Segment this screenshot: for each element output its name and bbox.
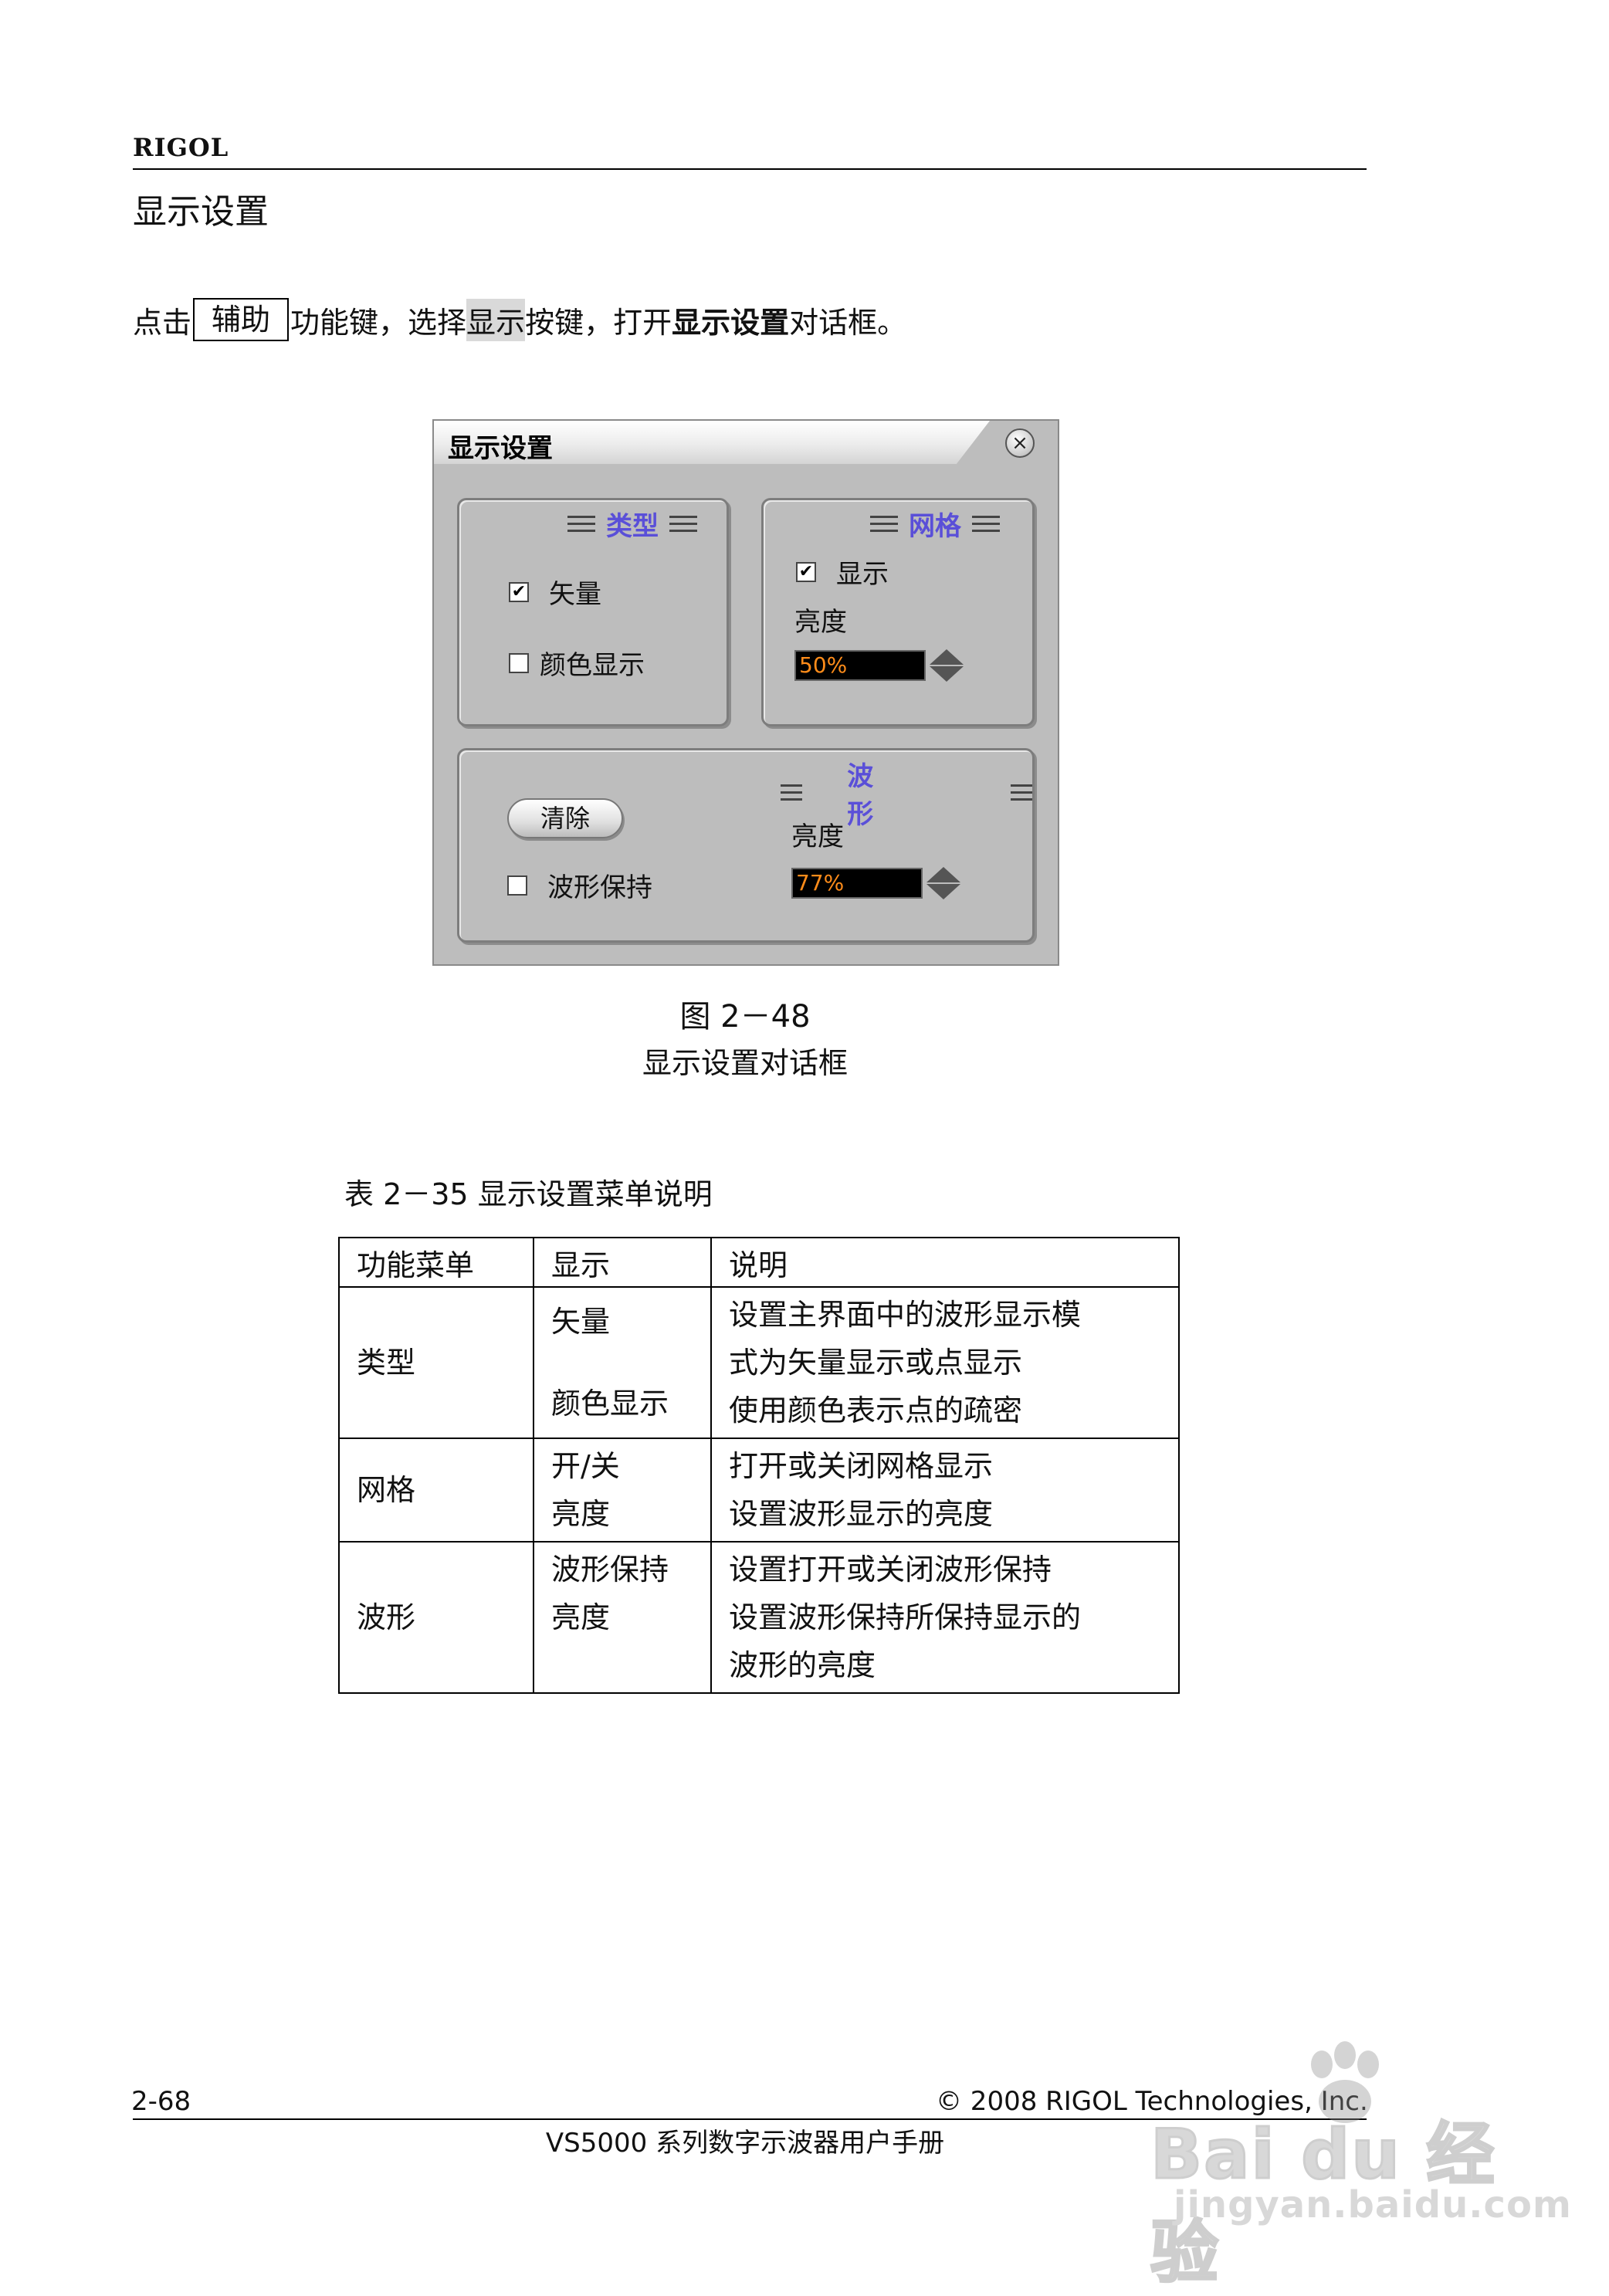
close-icon[interactable]: ×: [1005, 428, 1035, 458]
table-cell-line: 开/关: [551, 1449, 620, 1483]
grip-lines-icon: [669, 515, 697, 533]
clear-button[interactable]: 清除: [507, 798, 623, 838]
header-rule: [133, 168, 1367, 170]
intro-prefix: 点击: [133, 305, 192, 340]
grip-lines-icon: [972, 515, 1000, 533]
table-cell-line: 设置波形保持所保持显示的: [729, 1600, 1082, 1634]
waveform-brightness-control: 77%: [791, 863, 960, 903]
grid-panel-header: 网格: [870, 505, 1000, 543]
grid-show-option[interactable]: ✔ 显示: [796, 553, 889, 591]
table-cell-line: 亮度: [551, 1497, 611, 1531]
waveform-brightness-field[interactable]: 77%: [791, 868, 923, 899]
figure-number: 图 2－48: [679, 999, 811, 1035]
type-panel-title: 类型: [606, 511, 659, 542]
dialog-titlebar: 显示设置 ×: [434, 421, 1058, 466]
intro-dialog-name: 显示设置: [672, 305, 790, 340]
table-cell-menu: 波形: [338, 1541, 534, 1694]
table-cell-line: 矢量: [551, 1305, 611, 1339]
vector-checkbox[interactable]: ✔: [509, 581, 529, 602]
table-cell-line: 设置波形显示的亮度: [729, 1497, 994, 1531]
color-display-label: 颜色显示: [540, 650, 645, 681]
table-title: 表 2－35 显示设置菜单说明: [344, 1177, 713, 1211]
intro-sentence: 点击 辅助 功能键，选择 显示 按键，打开 显示设置 对话框。: [133, 298, 906, 341]
table-cell-line: 亮度: [551, 1600, 611, 1634]
table-cell-line: 使用颜色表示点的疏密: [729, 1394, 1023, 1427]
table-cell-line: [551, 1641, 693, 1675]
type-panel-header: 类型: [567, 505, 697, 543]
softkey-label-display: 显示: [466, 298, 526, 341]
vector-option[interactable]: ✔ 矢量: [509, 573, 601, 611]
table-row: 类型 矢量 颜色显示 设置主界面中的波形显示模 式为矢量显示或点显示 使用颜色表…: [338, 1286, 1180, 1439]
page-number: 2-68: [131, 2086, 191, 2117]
grid-brightness-field[interactable]: 50%: [794, 650, 926, 681]
grip-lines-icon: [781, 784, 803, 801]
grid-show-label: 显示: [836, 559, 889, 590]
table-cell-display: 矢量 颜色显示: [533, 1286, 712, 1439]
grid-panel-title: 网格: [909, 511, 961, 542]
vector-label: 矢量: [549, 579, 601, 610]
watermark-url: jingyan.baidu.com: [1174, 2183, 1572, 2227]
color-display-checkbox[interactable]: [509, 652, 529, 673]
grip-lines-icon: [567, 515, 595, 533]
table-cell-line: 打开或关闭网格显示: [729, 1449, 994, 1483]
table-row: 波形 波形保持 亮度 设置打开或关闭波形保持 设置波形保持所保持显示的 波形的亮…: [338, 1541, 1180, 1694]
key-label-aux: 辅助: [193, 298, 290, 341]
table-cell-desc: 打开或关闭网格显示 设置波形显示的亮度: [710, 1438, 1180, 1543]
table-cell-desc: 设置主界面中的波形显示模 式为矢量显示或点显示 使用颜色表示点的疏密: [710, 1286, 1180, 1439]
baidu-watermark: Bai du 经验 jingyan.baidu.com: [1150, 2038, 1571, 2294]
menu-description-table: 功能菜单 显示 说明 类型 矢量 颜色显示 设置主界面中的波形显示模 式为矢量显…: [338, 1237, 1180, 1694]
grid-brightness-control: 50%: [794, 645, 964, 686]
table-cell-menu: 类型: [338, 1286, 534, 1439]
table-header-cell: 功能菜单: [338, 1237, 534, 1288]
table-cell-line: [551, 1346, 693, 1380]
intro-suffix: 对话框。: [789, 305, 907, 340]
grid-brightness-label: 亮度: [794, 607, 847, 638]
table-cell-display: 波形保持 亮度: [533, 1541, 712, 1694]
dialog-title: 显示设置: [448, 433, 553, 464]
intro-mid: 功能键，选择: [290, 305, 467, 340]
spinner-arrows-icon[interactable]: [930, 645, 964, 686]
waveform-panel-title: 波形: [847, 761, 874, 830]
grip-lines-icon: [870, 515, 898, 533]
table-cell-display: 开/关 亮度: [533, 1438, 712, 1543]
waveform-brightness-label: 亮度: [791, 821, 844, 852]
table-cell-line: 式为矢量显示或点显示: [729, 1346, 1023, 1380]
table-cell-line: 波形的亮度: [729, 1648, 876, 1682]
section-title: 显示设置: [133, 192, 269, 232]
table-cell-menu: 网格: [338, 1438, 534, 1543]
waveform-panel: 波形 清除 波形保持 亮度 77%: [457, 748, 1035, 943]
table-cell-line: 颜色显示: [551, 1387, 669, 1421]
table-header-cell: 显示: [533, 1237, 712, 1288]
color-display-option[interactable]: 颜色显示: [509, 644, 645, 682]
table-cell-line: 波形保持: [551, 1553, 669, 1587]
table-cell-line: 设置打开或关闭波形保持: [729, 1553, 1052, 1587]
waveform-hold-option[interactable]: 波形保持: [507, 866, 652, 904]
grid-panel: 网格 ✔ 显示 亮度 50%: [761, 498, 1035, 726]
table-row: 网格 开/关 亮度 打开或关闭网格显示 设置波形显示的亮度: [338, 1438, 1180, 1543]
table-header-row: 功能菜单 显示 说明: [338, 1237, 1180, 1288]
display-settings-dialog: 显示设置 × 类型 ✔ 矢量 颜色显示 网格 ✔ 显示 亮度 50% 波形 清除…: [432, 419, 1059, 966]
table-header-cell: 说明: [710, 1237, 1180, 1288]
intro-mid2: 按键，打开: [525, 305, 672, 340]
figure-caption: 显示设置对话框: [642, 1046, 848, 1080]
spinner-arrows-icon[interactable]: [926, 863, 960, 903]
brand-logo: RIGOL: [133, 133, 229, 162]
table-cell-line: 设置主界面中的波形显示模: [729, 1298, 1082, 1332]
table-cell-desc: 设置打开或关闭波形保持 设置波形保持所保持显示的 波形的亮度: [710, 1541, 1180, 1694]
type-panel: 类型 ✔ 矢量 颜色显示: [457, 498, 729, 726]
waveform-hold-checkbox[interactable]: [507, 875, 527, 896]
grid-show-checkbox[interactable]: ✔: [796, 561, 816, 582]
waveform-hold-label: 波形保持: [547, 872, 652, 903]
grip-lines-icon: [1010, 784, 1032, 801]
